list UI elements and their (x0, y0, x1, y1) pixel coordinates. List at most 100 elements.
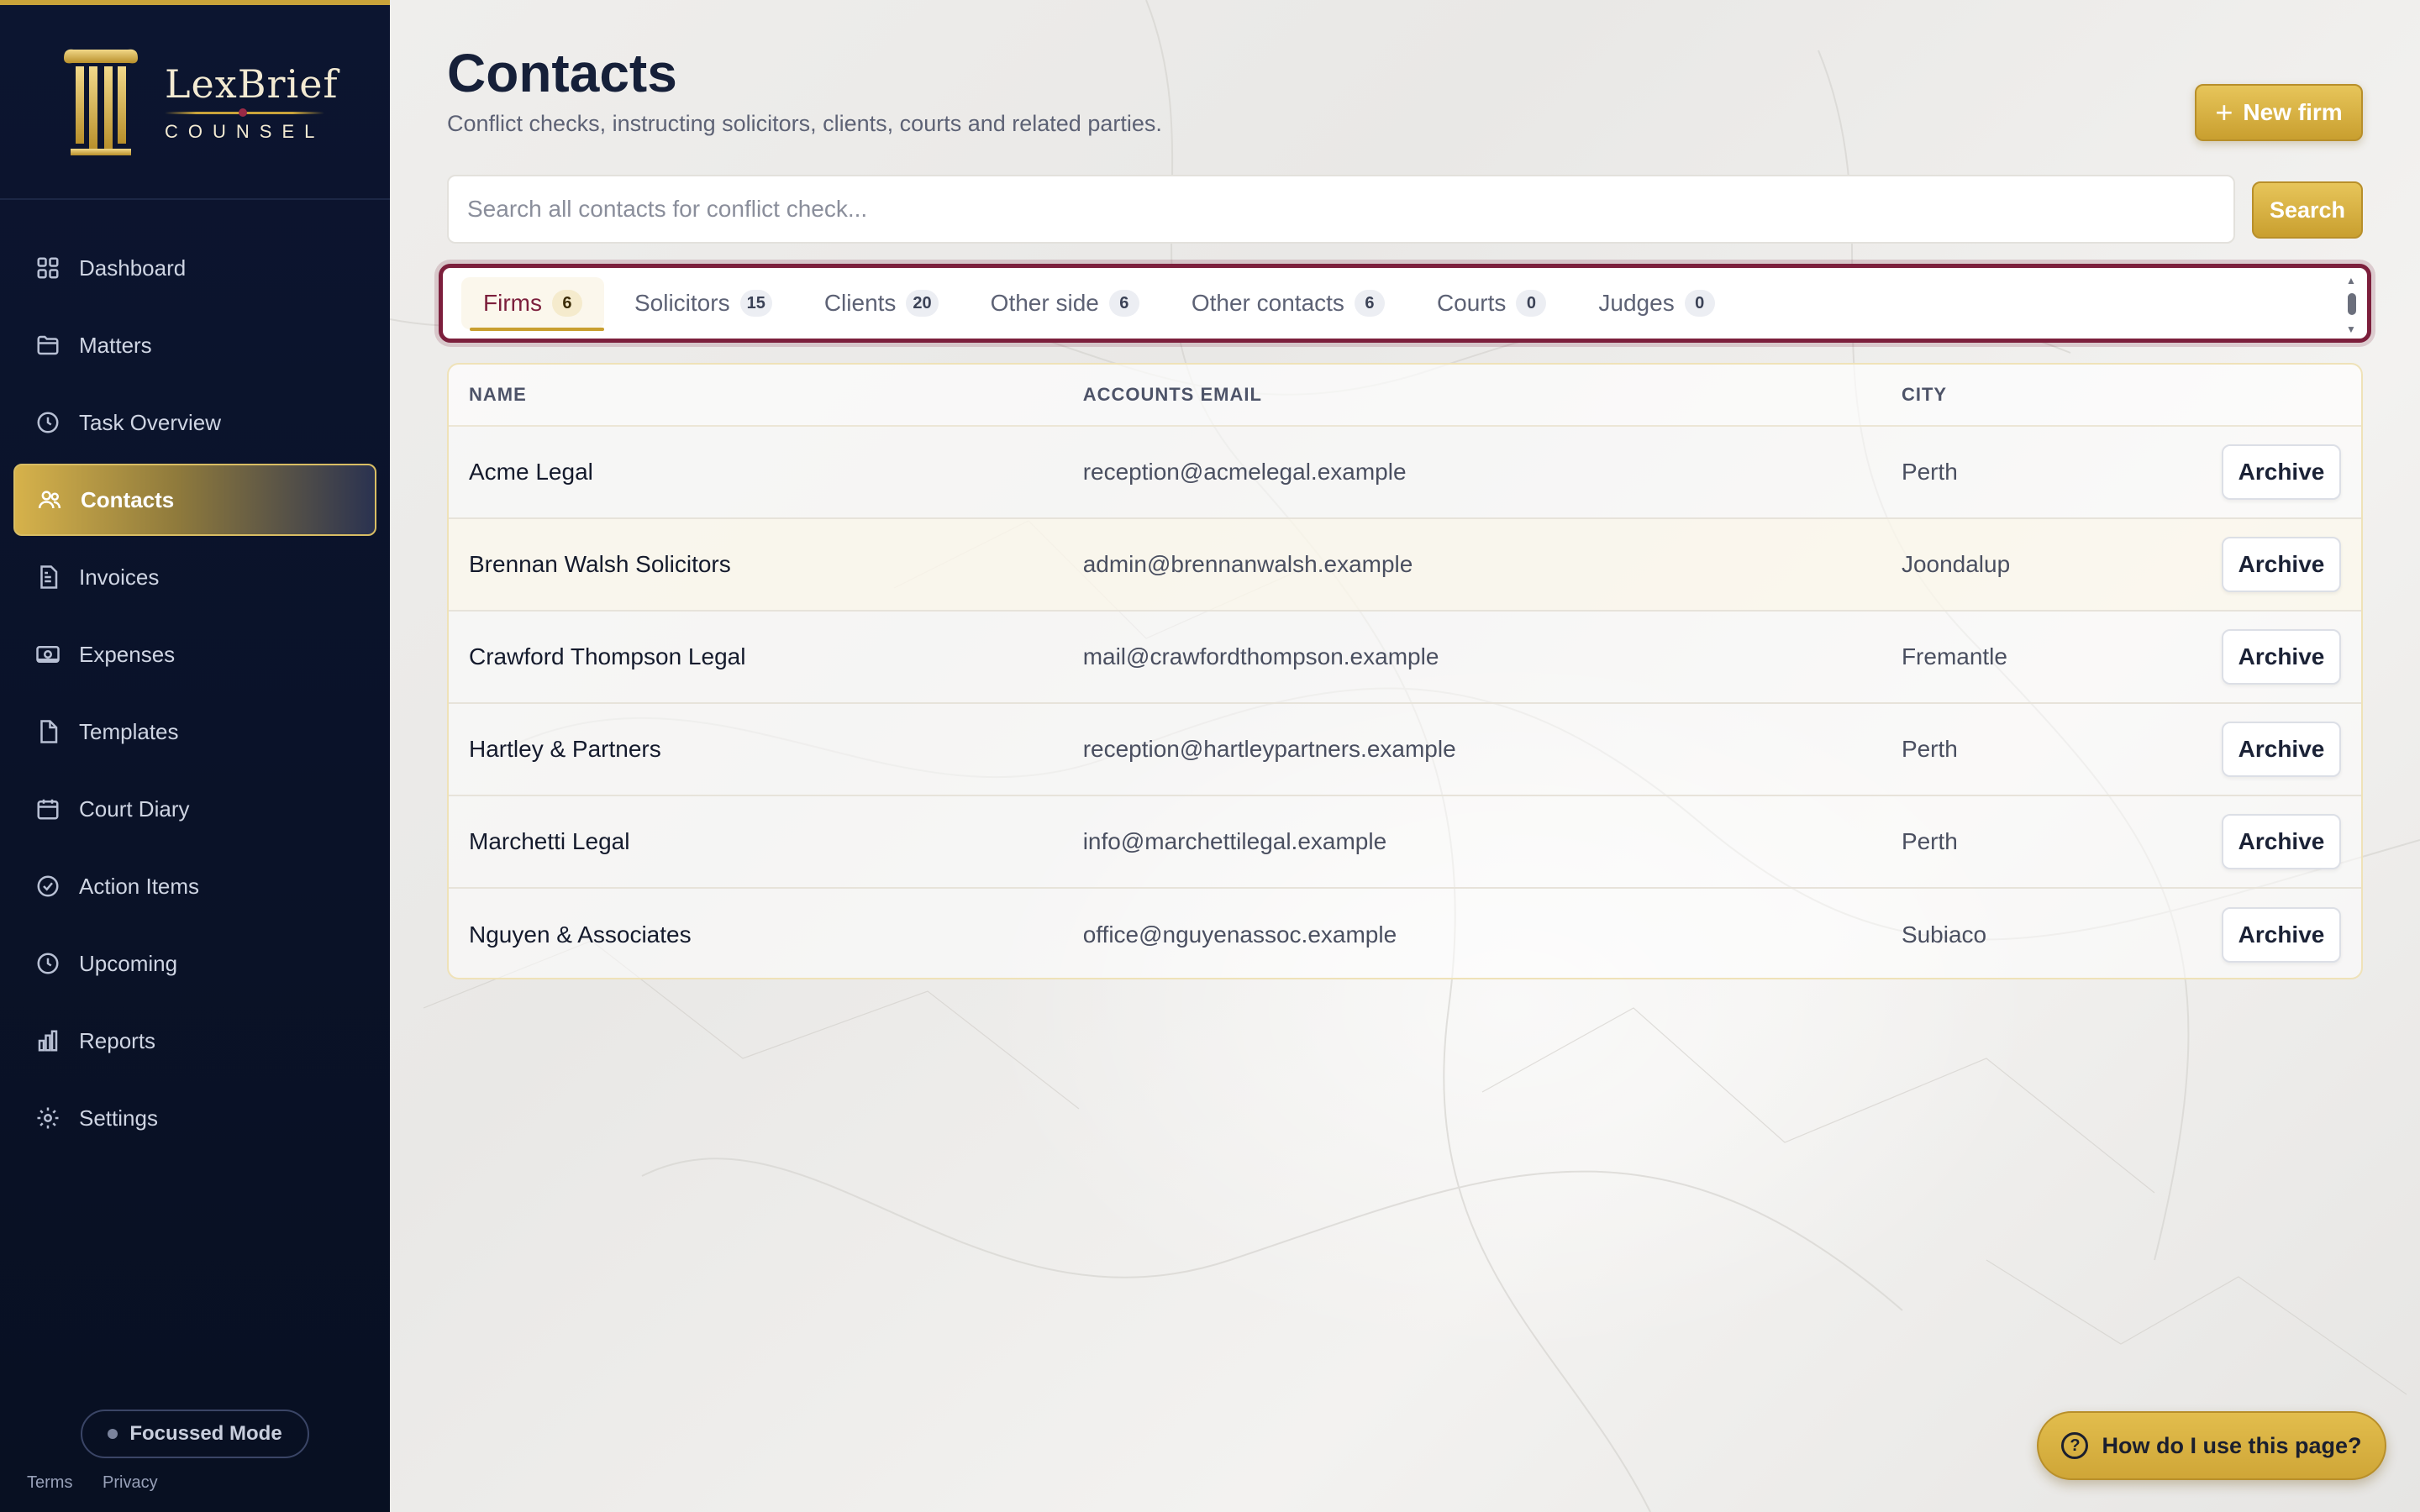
brand-name: LexBrief (165, 60, 339, 107)
firm-city: Perth (1901, 828, 1958, 854)
tab-count-badge: 20 (906, 290, 939, 317)
focussed-mode-toggle[interactable]: Focussed Mode (81, 1410, 309, 1458)
sidebar-item-reports[interactable]: Reports (13, 1005, 376, 1077)
tab-count-badge: 6 (1354, 290, 1385, 317)
scroll-down-icon[interactable]: ▼ (2346, 323, 2356, 335)
firm-city: Perth (1901, 736, 1958, 762)
tab-count-badge: 6 (551, 290, 582, 317)
archive-button[interactable]: Archive (2222, 537, 2341, 592)
archive-button[interactable]: Archive (2222, 907, 2341, 963)
clock-icon (37, 412, 59, 433)
sidebar-item-expenses[interactable]: Expenses (13, 618, 376, 690)
sidebar-item-settings[interactable]: Settings (13, 1082, 376, 1154)
column-header-city[interactable]: CITY (1902, 384, 2195, 406)
sidebar-item-label: Dashboard (79, 255, 187, 281)
firm-email: reception@hartleypartners.example (1082, 736, 1456, 762)
sidebar-item-label: Court Diary (79, 795, 190, 822)
archive-button[interactable]: Archive (2222, 814, 2341, 869)
brand-divider (165, 108, 324, 117)
sidebar-item-label: Templates (79, 718, 179, 744)
firm-name[interactable]: Hartley & Partners (449, 736, 1083, 763)
contact-type-tabs: Firms 6 Solicitors 15 Clients 20 Other s… (439, 264, 2371, 343)
sidebar-item-label: Invoices (79, 564, 160, 590)
legal-links: Terms Privacy (27, 1473, 183, 1493)
sidebar-item-label: Action Items (79, 873, 200, 899)
sidebar-item-task-overview[interactable]: Task Overview (13, 386, 376, 459)
tab-other-contacts[interactable]: Other contacts 6 (1170, 277, 1407, 329)
sidebar-item-invoices[interactable]: Invoices (13, 541, 376, 613)
status-dot-icon (108, 1429, 118, 1439)
page-subtitle: Conflict checks, instructing solicitors,… (447, 111, 1162, 136)
archive-button[interactable]: Archive (2222, 444, 2341, 500)
firm-email: office@nguyenassoc.example (1082, 921, 1397, 948)
tab-firms[interactable]: Firms 6 (461, 277, 604, 331)
sidebar-item-label: Settings (79, 1105, 158, 1131)
firm-name[interactable]: Acme Legal (449, 459, 1083, 486)
firm-name[interactable]: Nguyen & Associates (449, 921, 1083, 948)
table-row[interactable]: Marchetti Legal info@marchettilegal.exam… (449, 796, 2361, 889)
archive-button[interactable]: Archive (2222, 722, 2341, 777)
tab-solicitors[interactable]: Solicitors 15 (613, 277, 794, 329)
table-row[interactable]: Nguyen & Associates office@nguyenassoc.e… (449, 889, 2361, 978)
clock-icon (37, 953, 59, 974)
focussed-mode-label: Focussed Mode (129, 1422, 282, 1445)
tab-count-badge: 0 (1684, 290, 1715, 317)
firm-city: Joondalup (1901, 551, 2011, 577)
sidebar-item-label: Upcoming (79, 950, 178, 976)
scrollbar-thumb[interactable] (2348, 293, 2356, 315)
invoice-icon (40, 565, 58, 589)
tab-other-side[interactable]: Other side 6 (969, 277, 1161, 329)
users-icon (38, 491, 61, 509)
firm-email: reception@acmelegal.example (1082, 459, 1407, 485)
sidebar-item-upcoming[interactable]: Upcoming (13, 927, 376, 1000)
tab-label: Clients (823, 290, 897, 316)
sidebar-item-label: Matters (79, 332, 152, 358)
brand-logo[interactable]: LexBrief COUNSEL (0, 5, 390, 200)
pillar-logo-icon (64, 49, 138, 155)
firm-name[interactable]: Brennan Walsh Solicitors (449, 551, 1083, 578)
new-firm-button[interactable]: + New firm (2195, 84, 2363, 141)
tab-label: Solicitors (634, 290, 730, 316)
tab-courts[interactable]: Courts 0 (1415, 277, 1568, 329)
tab-count-badge: 6 (1108, 290, 1139, 317)
contact-search-input[interactable] (447, 175, 2235, 244)
tab-count-badge: 0 (1516, 290, 1547, 317)
archive-button[interactable]: Archive (2222, 629, 2341, 685)
tabs-scrollbar[interactable]: ▲ ▼ (2345, 275, 2359, 335)
file-icon (40, 720, 58, 743)
banknote-icon (36, 646, 60, 663)
scroll-up-icon[interactable]: ▲ (2346, 275, 2356, 286)
firm-name[interactable]: Marchetti Legal (449, 828, 1083, 855)
sidebar-item-court-diary[interactable]: Court Diary (13, 773, 376, 845)
plus-icon: + (2215, 95, 2233, 129)
sidebar-item-matters[interactable]: Matters (13, 309, 376, 381)
sidebar: LexBrief COUNSEL Dashboard Matters Task … (0, 0, 390, 1512)
sidebar-item-templates[interactable]: Templates (13, 696, 376, 768)
table-row[interactable]: Crawford Thompson Legal mail@crawfordtho… (449, 612, 2361, 704)
privacy-link[interactable]: Privacy (103, 1473, 158, 1492)
help-button[interactable]: ? How do I use this page? (2037, 1411, 2386, 1480)
table-row[interactable]: Brennan Walsh Solicitors admin@brennanwa… (449, 519, 2361, 612)
search-button[interactable]: Search (2252, 181, 2363, 239)
brand-subtitle: COUNSEL (165, 120, 325, 142)
table-body: Acme Legal reception@acmelegal.example P… (449, 427, 2361, 978)
firm-city: Perth (1901, 459, 1958, 485)
firm-name[interactable]: Crawford Thompson Legal (449, 643, 1083, 670)
new-firm-label: New firm (2243, 99, 2343, 125)
column-header-email[interactable]: ACCOUNTS EMAIL (1083, 384, 1902, 406)
calendar-icon (37, 799, 59, 820)
table-row[interactable]: Hartley & Partners reception@hartleypart… (449, 704, 2361, 796)
tab-clients[interactable]: Clients 20 (802, 277, 960, 329)
sidebar-item-label: Task Overview (79, 409, 222, 435)
column-header-name[interactable]: NAME (449, 384, 1083, 406)
firms-table: NAME ACCOUNTS EMAIL CITY Acme Legal rece… (447, 363, 2363, 979)
sidebar-item-dashboard[interactable]: Dashboard (13, 232, 376, 304)
tab-judges[interactable]: Judges 0 (1576, 277, 1736, 329)
firm-email: mail@crawfordthompson.example (1082, 643, 1439, 669)
sidebar-item-action-items[interactable]: Action Items (13, 850, 376, 922)
check-circle-icon (37, 875, 59, 897)
terms-link[interactable]: Terms (27, 1473, 72, 1492)
table-row[interactable]: Acme Legal reception@acmelegal.example P… (449, 427, 2361, 519)
sidebar-item-contacts[interactable]: Contacts (13, 464, 376, 536)
firm-email: admin@brennanwalsh.example (1082, 551, 1413, 577)
